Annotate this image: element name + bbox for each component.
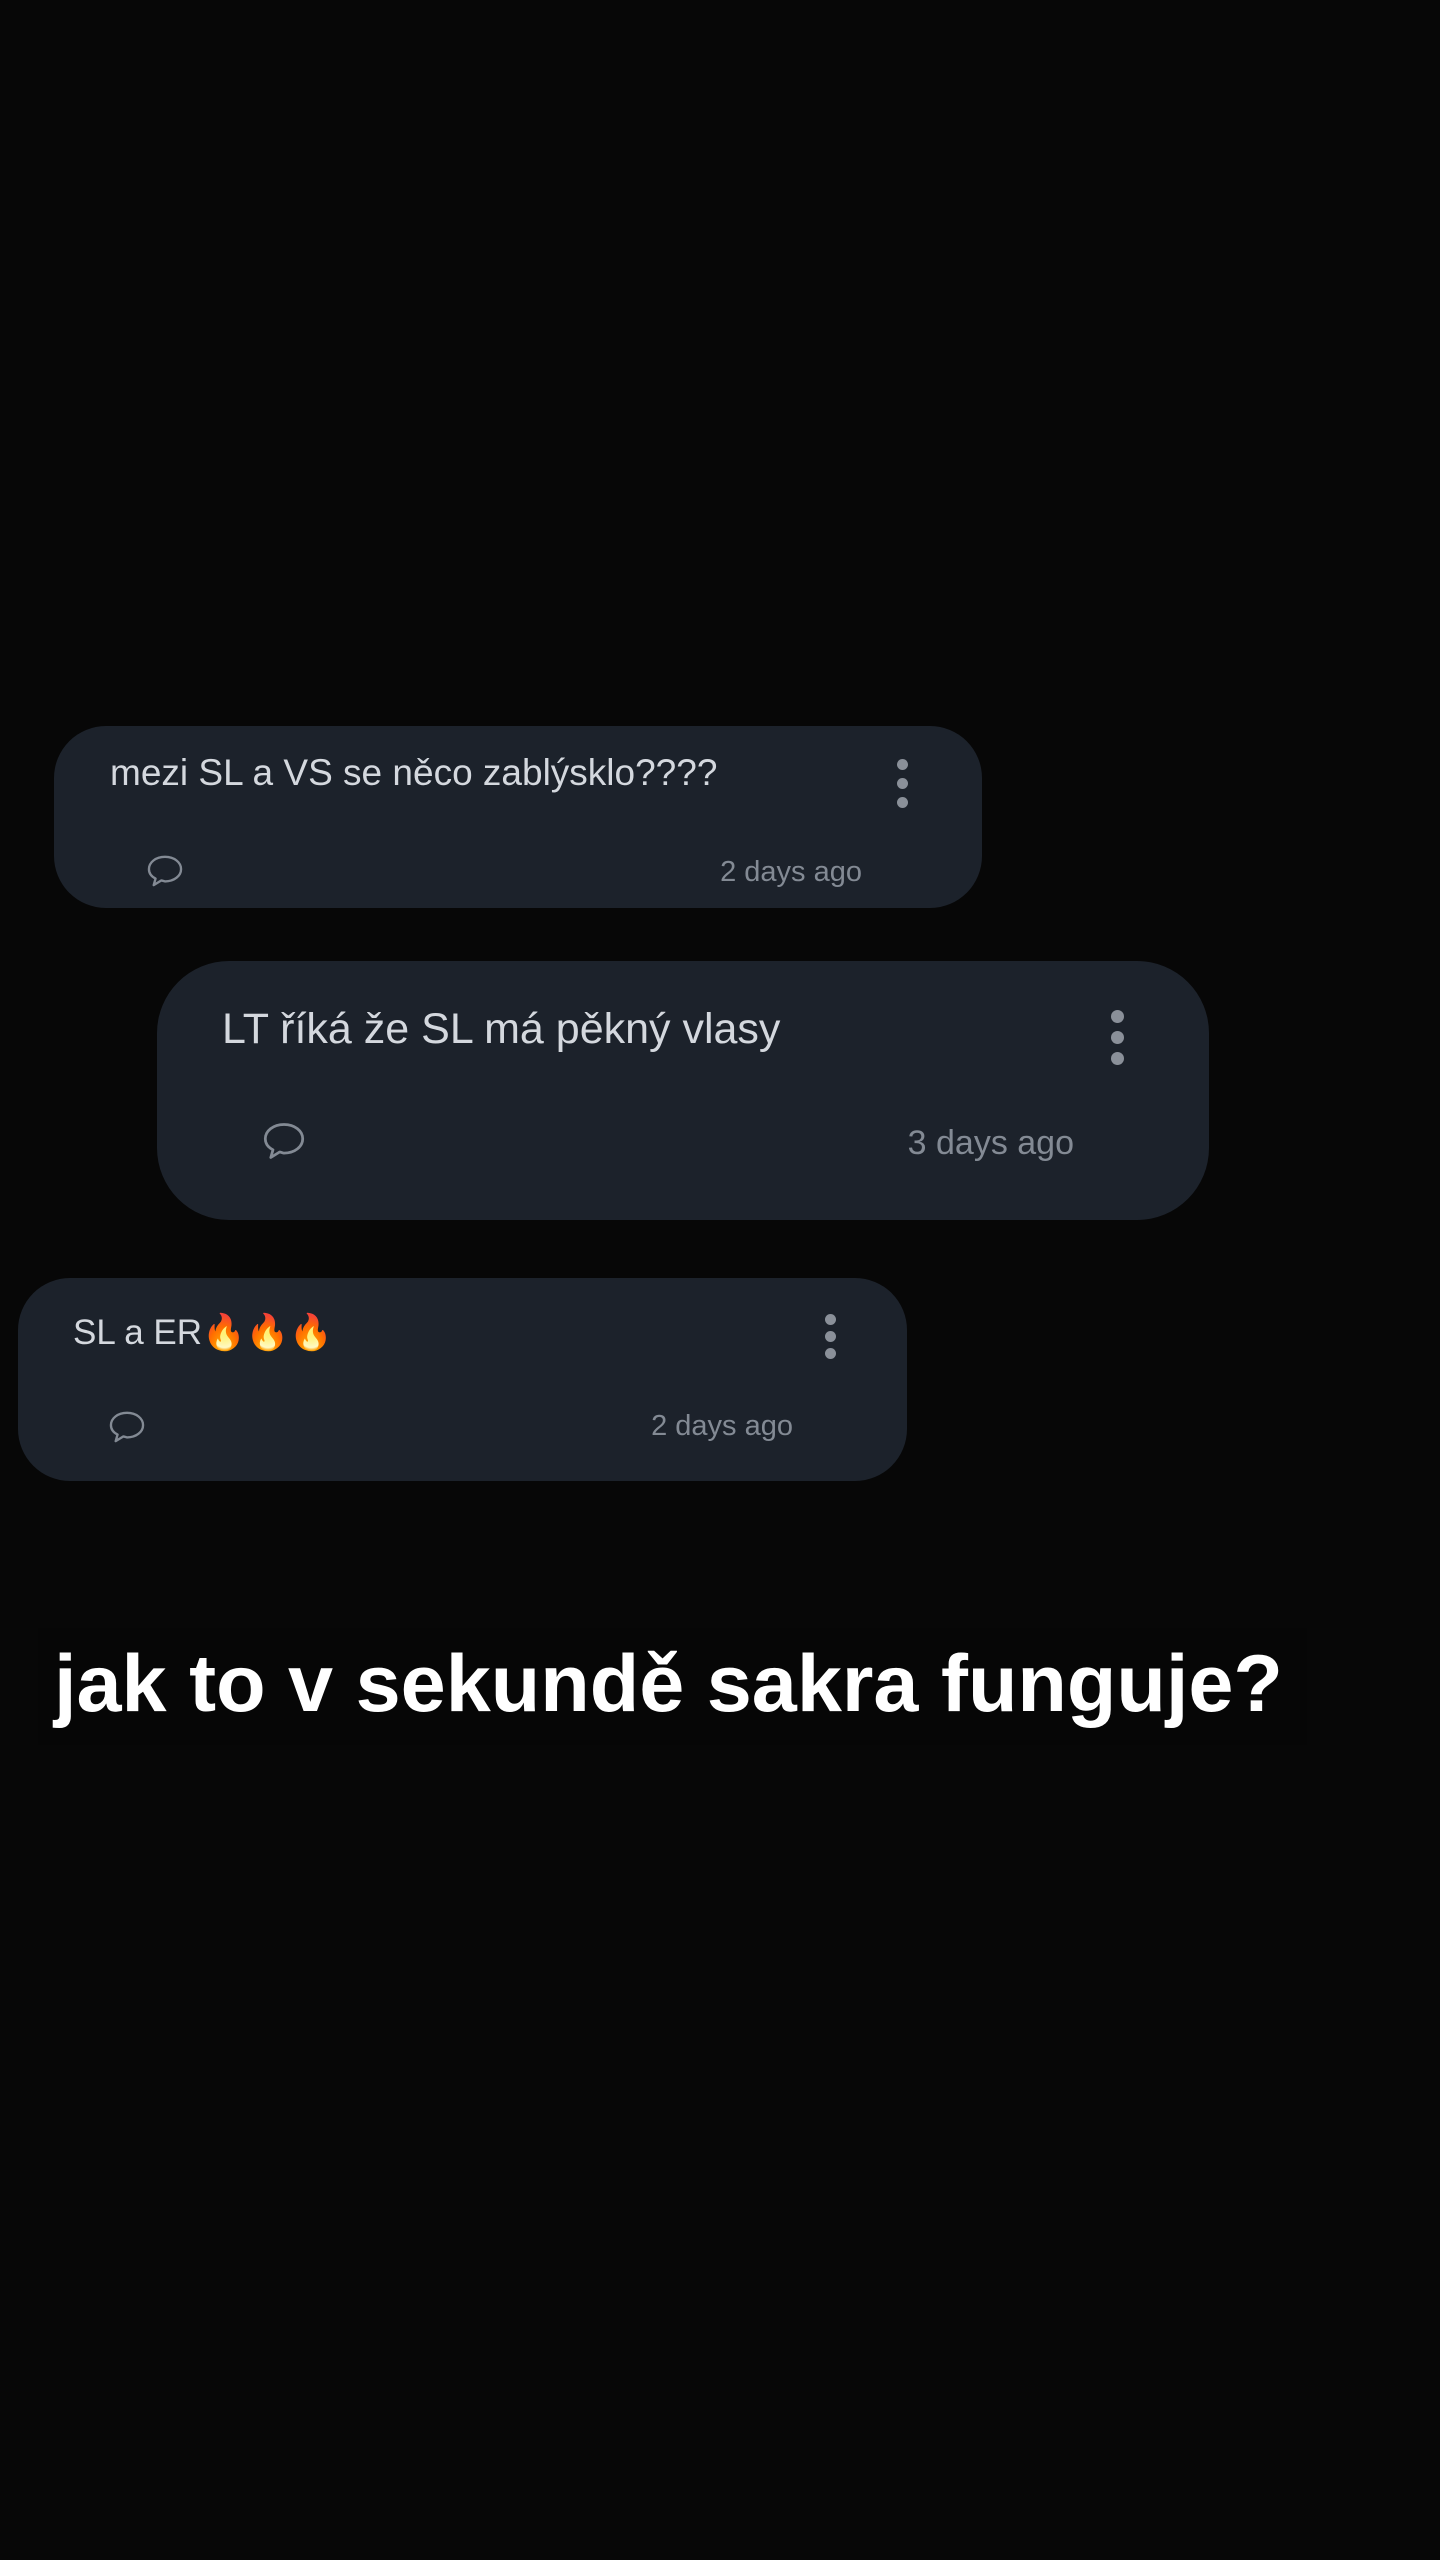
post-time: 2 days ago: [720, 856, 862, 888]
post-card[interactable]: mezi SL a VS se něco zablýsklo???? 2 day…: [54, 726, 982, 908]
speech-bubble-icon[interactable]: [262, 1121, 306, 1161]
caption-overlay: jak to v sekundě sakra funguje?: [38, 1628, 1307, 1745]
post-card[interactable]: SL a ER🔥🔥🔥 2 days ago: [18, 1278, 907, 1481]
more-vertical-icon[interactable]: [890, 759, 914, 808]
post-text: LT říká že SL má pěkný vlasy: [222, 1005, 781, 1053]
post-time: 2 days ago: [651, 1410, 793, 1442]
post-text: SL a ER🔥🔥🔥: [73, 1313, 333, 1352]
speech-bubble-icon[interactable]: [108, 1410, 146, 1444]
post-card[interactable]: LT říká že SL má pěkný vlasy 3 days ago: [157, 961, 1209, 1220]
speech-bubble-icon[interactable]: [146, 854, 184, 888]
more-vertical-icon[interactable]: [1105, 1010, 1129, 1065]
post-time: 3 days ago: [907, 1124, 1074, 1162]
more-vertical-icon[interactable]: [818, 1314, 842, 1359]
post-text: mezi SL a VS se něco zablýsklo????: [110, 752, 718, 793]
